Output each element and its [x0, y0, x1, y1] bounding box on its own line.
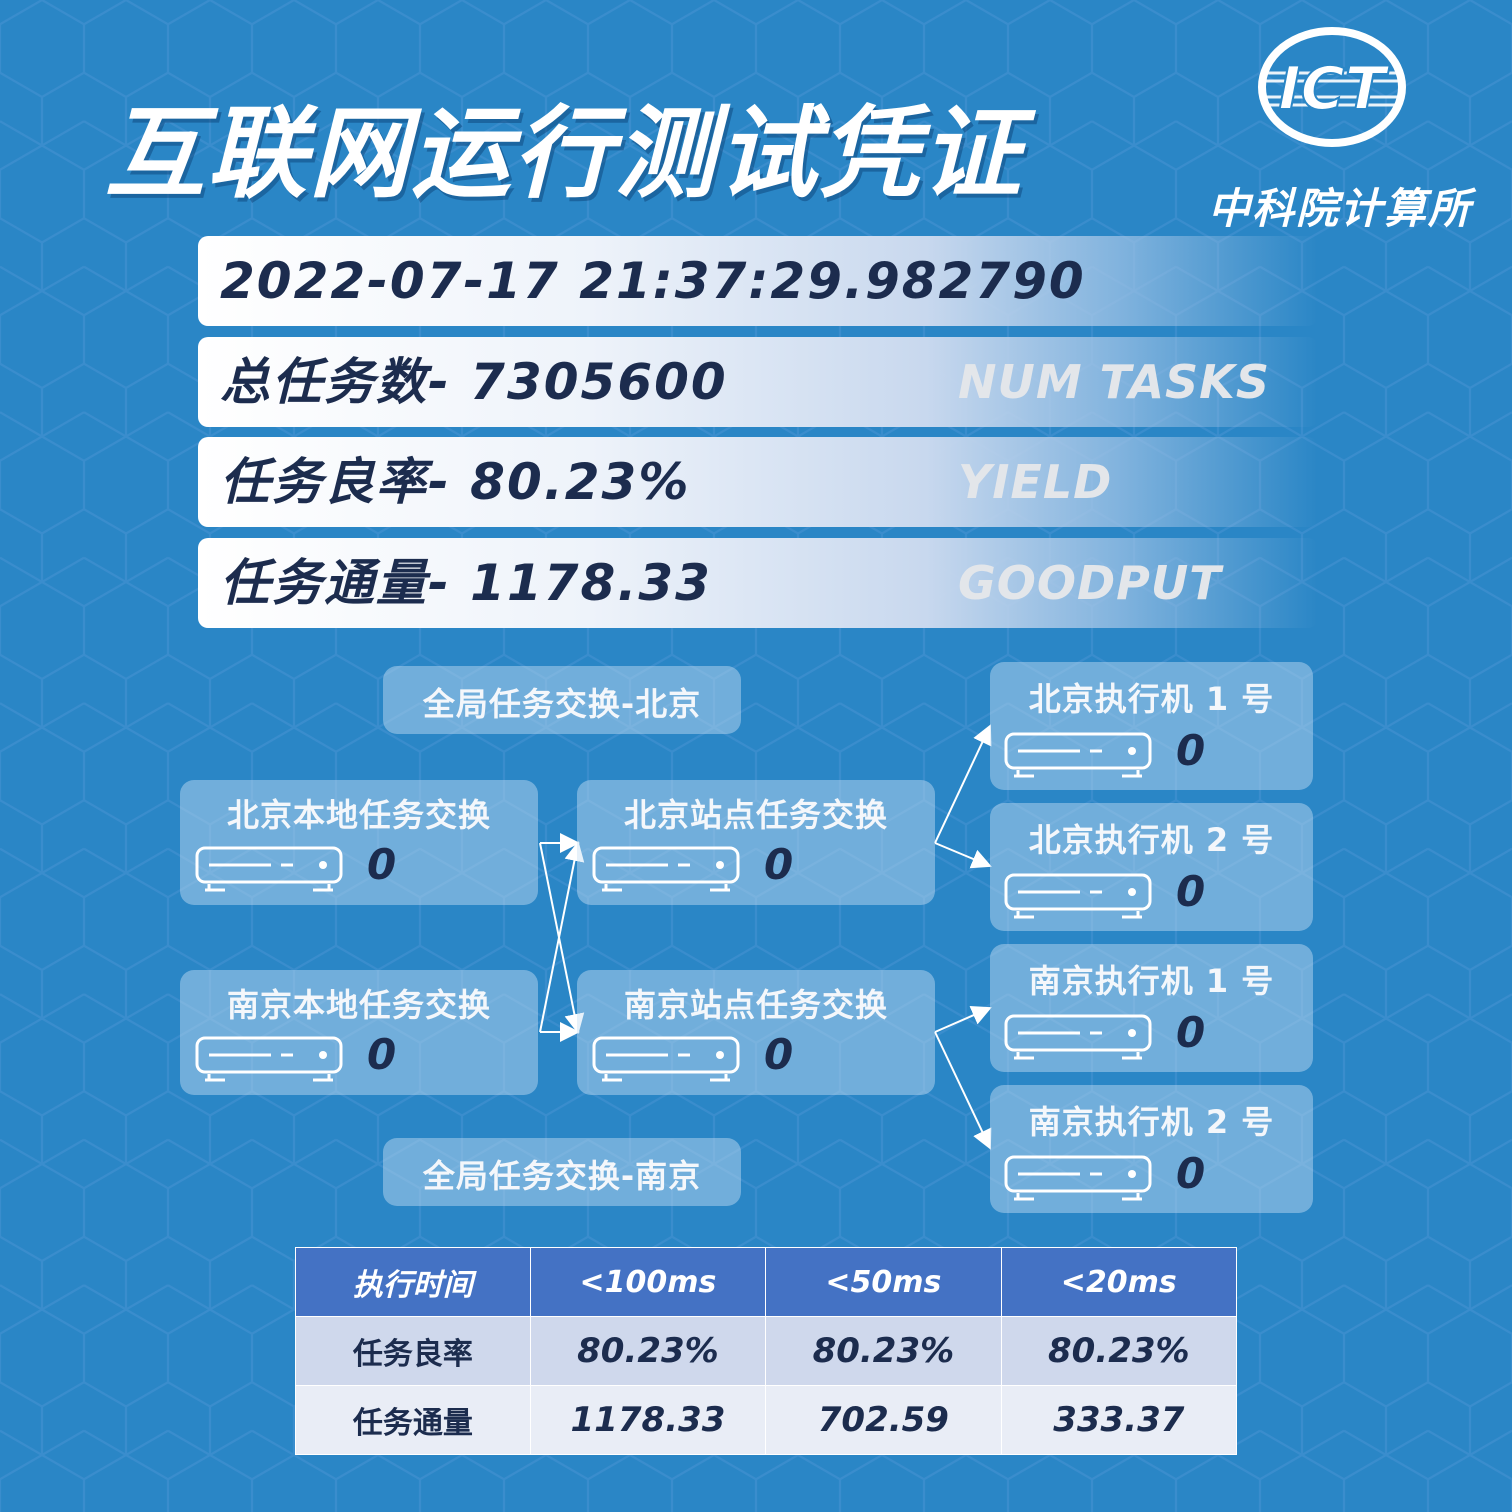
table-cell: 80.23% — [765, 1316, 1002, 1386]
table-row-label: 任务良率 — [295, 1316, 531, 1386]
table-header: <20ms — [1000, 1247, 1238, 1317]
table-cell: 702.59 — [765, 1385, 1002, 1455]
node-value: 0 — [1176, 867, 1206, 916]
table-row: 任务良率 80.23% 80.23% 80.23% — [295, 1316, 1238, 1386]
node-nanjing-site-exchange: 南京站点任务交换 0 — [577, 970, 935, 1095]
table-cell: 80.23% — [1000, 1316, 1238, 1386]
global-exchange-beijing-label: 全局任务交换-北京 — [422, 685, 702, 723]
server-icon — [1004, 1014, 1152, 1060]
node-value: 0 — [764, 840, 794, 889]
table-cell: 80.23% — [529, 1316, 767, 1386]
node-value: 0 — [367, 1030, 397, 1079]
node-value: 0 — [1176, 1149, 1206, 1198]
server-icon — [195, 1036, 343, 1082]
global-exchange-beijing: 全局任务交换-北京 — [383, 666, 741, 734]
node-beijing-executor-1: 北京执行机 1 号 0 — [990, 662, 1313, 790]
table-cell: 1178.33 — [529, 1385, 767, 1455]
node-beijing-executor-2: 北京执行机 2 号 0 — [990, 803, 1313, 931]
execution-time-table: 执行时间 <100ms <50ms <20ms 任务良率 80.23% 80.2… — [295, 1247, 1238, 1455]
table-header: <50ms — [765, 1247, 1002, 1317]
node-title: 南京本地任务交换 — [226, 986, 491, 1024]
table-cell: 333.37 — [1000, 1385, 1238, 1455]
server-icon — [1004, 1155, 1152, 1201]
server-icon — [195, 846, 343, 892]
arrow-bj-site-to-bj-exec2 — [934, 842, 992, 869]
arrow-bj-site-to-bj-exec1 — [934, 724, 992, 844]
node-beijing-site-exchange: 北京站点任务交换 0 — [577, 780, 935, 905]
arrow-nj-site-to-nj-exec2 — [934, 1031, 992, 1150]
node-title: 南京执行机 2 号 — [1028, 1103, 1275, 1141]
node-title: 北京执行机 2 号 — [1028, 821, 1275, 859]
table-header: <100ms — [529, 1247, 767, 1317]
arrow-nj-site-to-nj-exec1 — [934, 1006, 992, 1033]
server-icon — [1004, 873, 1152, 919]
node-nanjing-local-exchange: 南京本地任务交换 0 — [180, 970, 538, 1095]
node-value: 0 — [1176, 1008, 1206, 1057]
table-row: 任务通量 1178.33 702.59 333.37 — [295, 1385, 1238, 1455]
global-exchange-nanjing-label: 全局任务交换-南京 — [422, 1157, 702, 1195]
node-nanjing-executor-2: 南京执行机 2 号 0 — [990, 1085, 1313, 1213]
server-icon — [592, 1036, 740, 1082]
table-header-row: 执行时间 <100ms <50ms <20ms — [295, 1247, 1238, 1317]
node-title: 南京站点任务交换 — [623, 986, 888, 1024]
node-title: 北京本地任务交换 — [226, 796, 491, 834]
node-value: 0 — [1176, 726, 1206, 775]
node-nanjing-executor-1: 南京执行机 1 号 0 — [990, 944, 1313, 1072]
server-icon — [1004, 732, 1152, 778]
node-value: 0 — [764, 1030, 794, 1079]
node-title: 北京站点任务交换 — [623, 796, 888, 834]
node-title: 北京执行机 1 号 — [1028, 680, 1275, 718]
node-beijing-local-exchange: 北京本地任务交换 0 — [180, 780, 538, 905]
node-title: 南京执行机 1 号 — [1028, 962, 1275, 1000]
server-icon — [592, 846, 740, 892]
table-row-label: 任务通量 — [295, 1385, 531, 1455]
node-value: 0 — [367, 840, 397, 889]
global-exchange-nanjing: 全局任务交换-南京 — [383, 1138, 741, 1206]
table-header: 执行时间 — [295, 1247, 531, 1317]
